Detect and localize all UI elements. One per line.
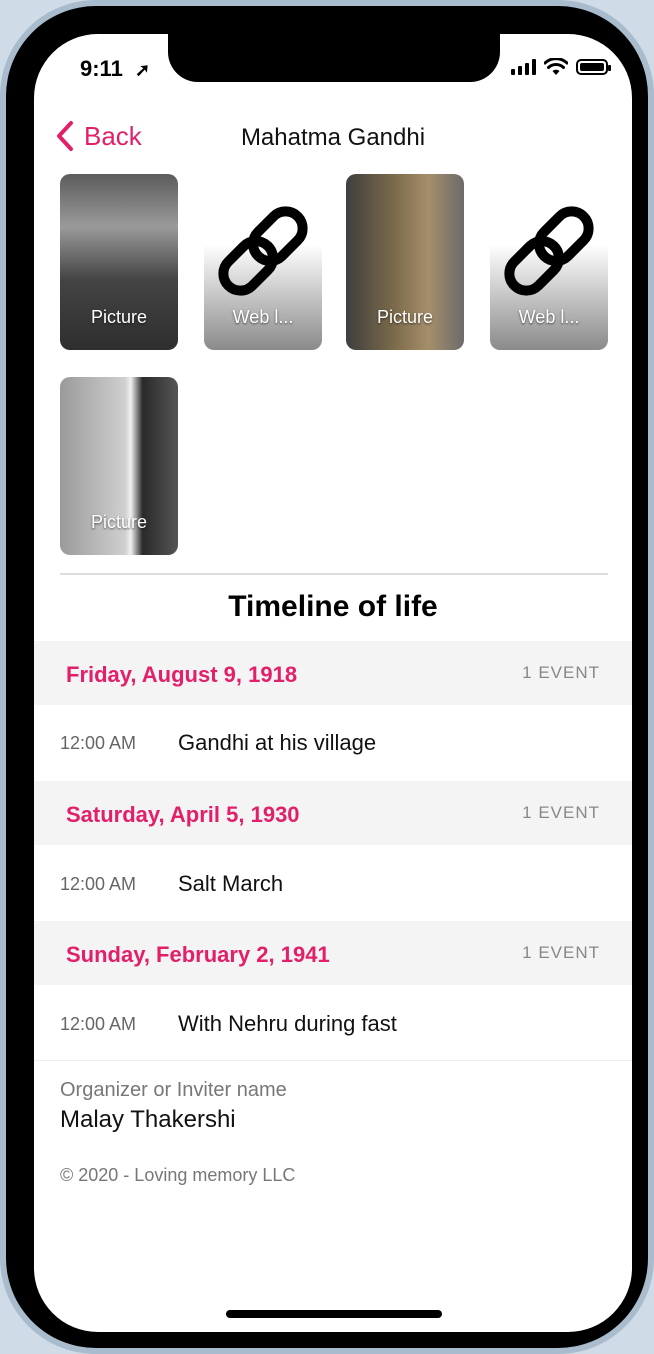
media-tile-web-link[interactable]: Web l... xyxy=(490,174,608,350)
home-indicator[interactable] xyxy=(226,1310,442,1318)
section-event-count: 1 EVENT xyxy=(522,943,600,962)
media-tile-picture[interactable]: Picture xyxy=(346,174,464,350)
event-title: Salt March xyxy=(178,871,284,896)
timeline-section-header: Saturday, April 5, 1930 1 EVENT xyxy=(34,781,632,845)
timeline-event-row[interactable]: 12:00 AM Gandhi at his village xyxy=(34,705,632,781)
media-tile-label: Web l... xyxy=(518,307,580,327)
page-title: Mahatma Gandhi xyxy=(240,124,426,151)
media-tile-label: Picture xyxy=(90,307,148,327)
section-event-count: 1 EVENT xyxy=(522,803,600,822)
event-time: 12:00 AM xyxy=(60,874,137,894)
screen: 9:11 ➚ Back Mahatma Gandhi Picture Web l… xyxy=(34,34,632,1332)
chain-link-icon xyxy=(504,206,594,296)
organizer-label: Organizer or Inviter name xyxy=(60,1079,287,1101)
section-event-count: 1 EVENT xyxy=(522,663,600,682)
media-tile-label: Picture xyxy=(376,307,434,327)
media-tile-web-link[interactable]: Web l... xyxy=(204,174,322,350)
media-tile-picture[interactable]: Picture xyxy=(60,377,178,555)
location-arrow-icon: ➚ xyxy=(134,60,151,80)
row-separator xyxy=(34,1060,632,1061)
status-time-text: 9:11 xyxy=(80,56,123,81)
timeline-title: Timeline of life xyxy=(228,590,438,623)
timeline-section-header: Sunday, February 2, 1941 1 EVENT xyxy=(34,921,632,985)
event-time: 12:00 AM xyxy=(60,1014,137,1034)
copyright-text: © 2020 - Loving memory LLC xyxy=(60,1165,296,1185)
timeline-event-row[interactable]: 12:00 AM Salt March xyxy=(34,846,632,922)
media-tile-label: Web l... xyxy=(232,307,294,327)
media-tile-label: Picture xyxy=(90,512,148,532)
event-time: 12:00 AM xyxy=(60,733,137,753)
timeline-event-row[interactable]: 12:00 AM With Nehru during fast xyxy=(34,986,632,1062)
status-bar-time: 9:11 ➚ xyxy=(80,56,150,82)
organizer-name: Malay Thakershi xyxy=(60,1106,236,1133)
event-title: With Nehru during fast xyxy=(178,1011,397,1036)
status-icons xyxy=(511,58,611,76)
event-title: Gandhi at his village xyxy=(178,730,377,755)
device-frame: 9:11 ➚ Back Mahatma Gandhi Picture Web l… xyxy=(0,0,654,1354)
wifi-icon xyxy=(544,58,568,75)
section-date: Friday, August 9, 1918 xyxy=(66,662,298,687)
device-bezel: 9:11 ➚ Back Mahatma Gandhi Picture Web l… xyxy=(6,6,648,1348)
section-date: Saturday, April 5, 1930 xyxy=(66,802,300,827)
divider xyxy=(60,573,608,575)
section-date: Sunday, February 2, 1941 xyxy=(66,942,330,967)
battery-icon xyxy=(576,59,611,75)
timeline-section-header: Friday, August 9, 1918 1 EVENT xyxy=(34,641,632,705)
media-tile-picture[interactable]: Picture xyxy=(60,174,178,350)
notch xyxy=(168,34,500,82)
cellular-signal-icon xyxy=(511,59,536,75)
chain-link-icon xyxy=(218,206,308,296)
